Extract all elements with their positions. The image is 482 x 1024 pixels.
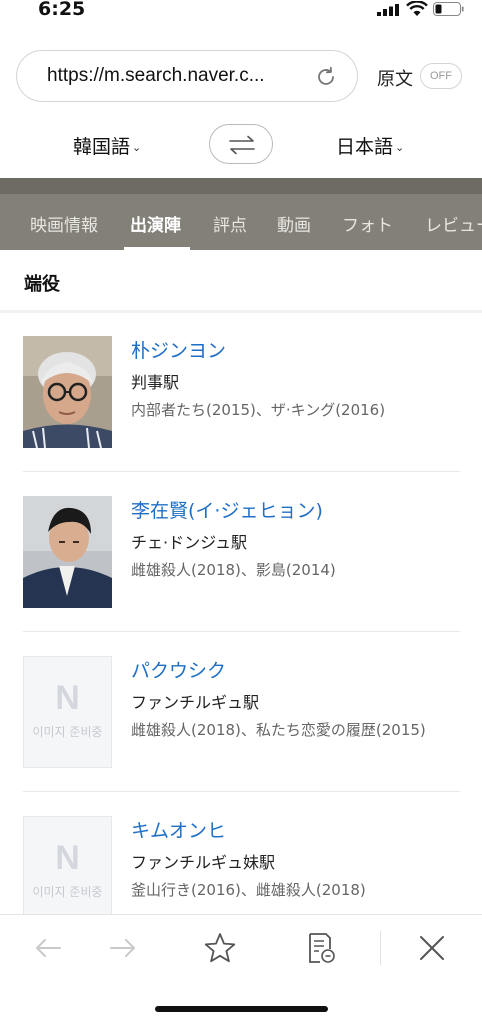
active-tab-indicator <box>124 247 190 250</box>
actor-photo[interactable] <box>23 336 112 448</box>
cast-list-item[interactable]: N 이미지 준비중 パクウシク ファンチルギュ駅 雌雄殺人(2018)、私たち恋… <box>0 632 482 792</box>
actor-photo[interactable] <box>23 496 112 608</box>
back-arrow-icon[interactable] <box>33 933 63 963</box>
actor-role: ファンチルギュ妹駅 <box>131 853 276 872</box>
cast-list-item[interactable]: 朴ジンヨン 判事駅 内部者たち(2015)、ザ·キング(2016) <box>0 312 482 472</box>
header-band <box>0 178 482 194</box>
section-title: 端役 <box>24 274 60 295</box>
close-icon[interactable] <box>417 933 447 963</box>
original-toggle[interactable]: OFF <box>420 63 462 89</box>
status-time: 6:25 <box>38 0 86 20</box>
chevron-down-icon: ⌄ <box>132 141 142 154</box>
tab-rating[interactable]: 評点 <box>213 211 247 236</box>
battery-icon <box>433 2 464 16</box>
actor-name[interactable]: キムオンヒ <box>131 816 226 843</box>
toolbar-separator <box>380 931 381 965</box>
naver-logo-icon: N <box>55 839 80 877</box>
status-bar: 6:25 <box>0 0 482 24</box>
target-language-select[interactable]: 日本語 ⌄ <box>336 132 404 159</box>
swap-languages-button[interactable] <box>209 124 273 164</box>
address-bar[interactable]: https://m.search.naver.c... <box>16 50 358 102</box>
reload-icon[interactable] <box>315 66 337 88</box>
actor-name[interactable]: 朴ジンヨン <box>131 336 226 363</box>
actor-role: 判事駅 <box>131 373 180 392</box>
image-placeholder[interactable]: N 이미지 준비중 <box>23 656 112 768</box>
actor-name[interactable]: 李在賢(イ·ジェヒョン) <box>131 496 323 523</box>
image-placeholder[interactable]: N 이미지 준비중 <box>23 816 112 928</box>
actor-name[interactable]: パクウシク <box>131 656 226 683</box>
home-indicator <box>155 1006 328 1012</box>
chevron-down-icon: ⌄ <box>395 141 405 154</box>
reader-share-icon[interactable] <box>304 931 338 965</box>
forward-arrow-icon[interactable] <box>108 933 138 963</box>
source-language-label: 韓国語 <box>73 136 131 158</box>
original-text-label: 原文 <box>377 69 413 90</box>
wifi-icon <box>406 1 428 16</box>
cellular-signal-icon <box>377 4 399 16</box>
tab-bar: 映画情報 出演陣 評点 動画 フォト レビュー <box>0 194 482 250</box>
image-preparing-text: 이미지 준비중 <box>32 725 103 739</box>
target-language-label: 日本語 <box>336 136 394 158</box>
actor-works: 内部者たち(2015)、ザ·キング(2016) <box>131 401 386 419</box>
actor-role: チェ·ドンジュ駅 <box>131 533 247 552</box>
naver-logo-icon: N <box>55 679 80 717</box>
tab-photo[interactable]: フォト <box>342 211 393 236</box>
swap-arrows-icon <box>229 135 255 155</box>
tab-video[interactable]: 動画 <box>277 211 311 236</box>
tab-review[interactable]: レビュー <box>425 211 482 236</box>
actor-role: ファンチルギュ駅 <box>131 693 260 712</box>
cast-list-item[interactable]: 李在賢(イ·ジェヒョン) チェ·ドンジュ駅 雌雄殺人(2018)、影島(2014… <box>0 472 482 632</box>
tab-movie-info[interactable]: 映画情報 <box>30 211 98 236</box>
actor-works: 雌雄殺人(2018)、影島(2014) <box>131 561 336 579</box>
star-bookmark-icon[interactable] <box>203 931 237 965</box>
tab-cast[interactable]: 出演陣 <box>130 211 181 236</box>
image-preparing-text: 이미지 준비중 <box>32 885 103 899</box>
source-language-select[interactable]: 韓国語 ⌄ <box>73 132 141 159</box>
url-text[interactable]: https://m.search.naver.c... <box>47 65 309 87</box>
actor-works: 釜山行き(2016)、雌雄殺人(2018) <box>131 881 366 899</box>
actor-works: 雌雄殺人(2018)、私たち恋愛の履歴(2015) <box>131 721 426 739</box>
